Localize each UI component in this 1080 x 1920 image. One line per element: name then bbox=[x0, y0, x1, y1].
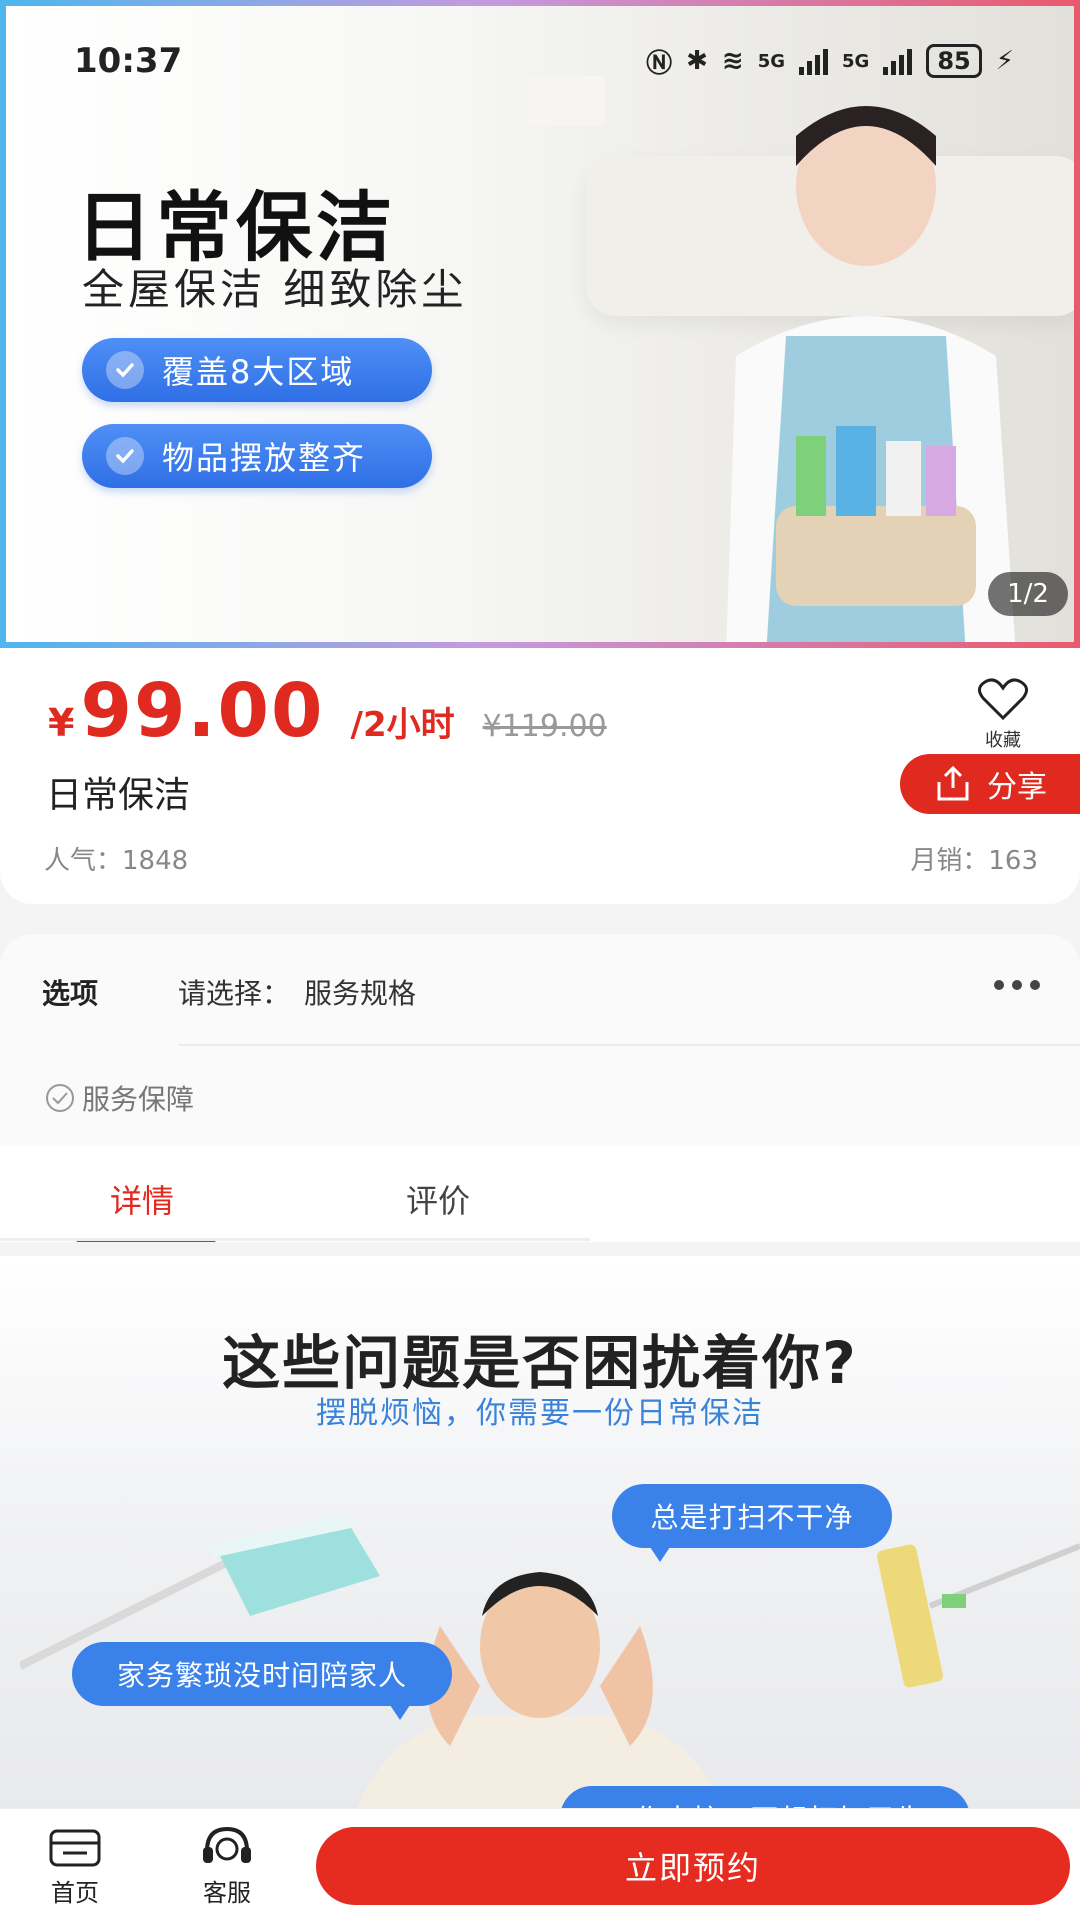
image-counter: 1/2 bbox=[988, 572, 1068, 616]
original-price: ¥119.00 bbox=[482, 709, 607, 744]
headset-icon bbox=[203, 1826, 251, 1863]
charging-icon: ⚡ bbox=[995, 46, 1014, 76]
signal-icon bbox=[799, 47, 829, 75]
hero-subtitle: 全屋保洁 细致除尘 bbox=[82, 265, 468, 314]
wifi-icon: ≋ bbox=[721, 46, 744, 76]
share-icon bbox=[937, 766, 969, 801]
spec-selector[interactable]: 请选择： 服务规格 bbox=[178, 972, 416, 1012]
tab-details[interactable]: 详情 bbox=[110, 1176, 174, 1222]
select-value: 服务规格 bbox=[304, 977, 417, 1010]
network-label-2: 5G bbox=[842, 50, 870, 72]
favorite-label: 收藏 bbox=[985, 730, 1021, 751]
price-card: ¥ 99.00 /2小时 ¥119.00 收藏 分享 日常保洁 人气：1848 … bbox=[0, 648, 1080, 904]
badge-label: 覆盖8大区域 bbox=[162, 353, 355, 391]
service-guarantee[interactable]: 服务保障 bbox=[44, 1078, 194, 1118]
options-card: 选项 请选择： 服务规格 服务保障 bbox=[0, 934, 1080, 1146]
check-icon bbox=[106, 351, 144, 389]
detail-tabs: 详情 评价 bbox=[0, 1146, 1080, 1242]
detail-content: 这些问题是否困扰着你? 摆脱烦恼，你需要一份日常保洁 总是打扫不干净 家务繁琐没… bbox=[0, 1256, 1080, 1816]
select-prompt: 请选择： bbox=[178, 977, 291, 1010]
guarantee-label: 服务保障 bbox=[82, 1083, 195, 1116]
mop-illustration bbox=[876, 1543, 1080, 1688]
detail-subtitle: 摆脱烦恼，你需要一份日常保洁 bbox=[316, 1396, 764, 1431]
status-time: 10:37 bbox=[74, 41, 183, 81]
popularity: 人气：1848 bbox=[44, 846, 189, 876]
speech-bubble: 家务繁琐没时间陪家人 bbox=[72, 1642, 452, 1720]
store-icon bbox=[49, 1829, 101, 1867]
divider bbox=[178, 1044, 1080, 1046]
current-price: 99.00 bbox=[80, 668, 325, 754]
currency-symbol: ¥ bbox=[48, 701, 75, 745]
more-icon[interactable] bbox=[994, 980, 1040, 990]
tabs-divider bbox=[0, 1238, 590, 1241]
price-row: ¥ 99.00 /2小时 ¥119.00 bbox=[48, 668, 607, 754]
bottom-action-bar: 首页 客服 立即预约 bbox=[0, 1808, 1080, 1920]
nav-home[interactable]: 首页 bbox=[30, 1823, 120, 1908]
nav-customer-service[interactable]: 客服 bbox=[182, 1823, 272, 1908]
check-circle-icon bbox=[46, 1084, 74, 1112]
heart-icon bbox=[978, 678, 1028, 721]
check-icon bbox=[106, 437, 144, 475]
badge-label: 物品摆放整齐 bbox=[162, 439, 367, 477]
bluetooth-icon: ✱ bbox=[686, 46, 708, 76]
nav-home-label: 首页 bbox=[51, 1879, 99, 1907]
tab-reviews[interactable]: 评价 bbox=[406, 1176, 470, 1222]
coverage-badge: 覆盖8大区域 bbox=[82, 338, 432, 402]
price-unit: /2小时 bbox=[350, 705, 455, 745]
monthly-sales: 月销：163 bbox=[910, 846, 1038, 876]
signal-icon bbox=[883, 47, 913, 75]
product-name: 日常保洁 bbox=[46, 775, 191, 816]
nfc-icon: Ⓝ bbox=[646, 48, 673, 79]
network-label-1: 5G bbox=[757, 50, 786, 72]
favorite-button[interactable]: 收藏 bbox=[968, 678, 1038, 752]
share-button[interactable]: 分享 bbox=[900, 754, 1080, 814]
options-label: 选项 bbox=[42, 977, 99, 1010]
tidy-badge: 物品摆放整齐 bbox=[82, 424, 432, 488]
cleaner-illustration bbox=[726, 106, 1016, 642]
speech-bubble: 总是打扫不干净 bbox=[612, 1484, 892, 1562]
nav-service-label: 客服 bbox=[203, 1879, 251, 1907]
share-label: 分享 bbox=[987, 770, 1047, 805]
book-now-button[interactable]: 立即预约 bbox=[316, 1827, 1070, 1905]
hero-banner[interactable]: 10:37 Ⓝ ✱ ≋ 5G 5G 85 ⚡ 日常保洁 全屋保洁 细致除尘 覆盖… bbox=[0, 0, 1080, 648]
status-bar: 10:37 Ⓝ ✱ ≋ 5G 5G 85 ⚡ bbox=[74, 36, 1014, 86]
battery-icon: 85 bbox=[926, 44, 982, 78]
